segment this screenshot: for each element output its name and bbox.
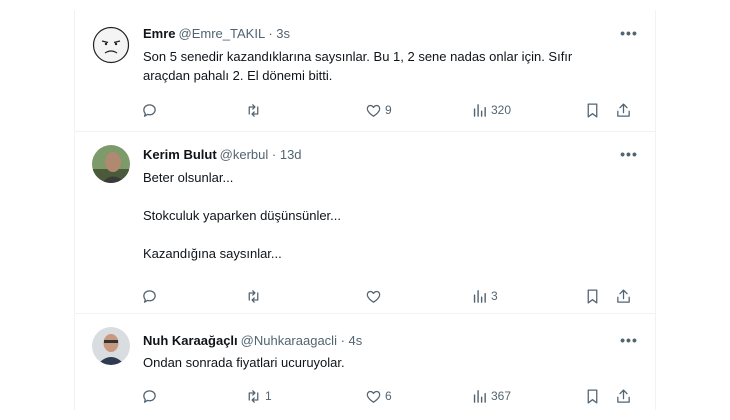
- view-count: 367: [491, 389, 512, 403]
- retweet-button[interactable]: [245, 286, 265, 306]
- like-button[interactable]: [365, 286, 385, 306]
- tweet-line: araçdan pahalı 2. El dönemi bitti.: [143, 68, 333, 83]
- tweet-line: [143, 225, 623, 244]
- view-count: 3: [491, 289, 498, 303]
- tweet-time[interactable]: · 3s: [268, 26, 290, 41]
- avatar-photo-icon: [92, 145, 130, 183]
- like-icon: [366, 104, 381, 117]
- bookmark-button[interactable]: [584, 386, 601, 406]
- bookmark-icon: [587, 388, 598, 404]
- tweet[interactable]: Kerim Bulut @kerbul · 13d ••• Beter olsun…: [75, 131, 655, 314]
- more-options-button[interactable]: •••: [619, 26, 639, 44]
- retweet-button[interactable]: [245, 100, 265, 120]
- views-button[interactable]: 320: [471, 100, 511, 120]
- share-icon: [617, 102, 630, 117]
- share-button[interactable]: [615, 100, 632, 120]
- reply-button[interactable]: [141, 100, 161, 120]
- like-count: 9: [385, 103, 392, 117]
- more-options-button[interactable]: •••: [619, 147, 639, 165]
- like-icon: [366, 390, 381, 403]
- tweet-line: Beter olsunlar...: [143, 170, 234, 185]
- tweet-line: Kazandığına saysınlar...: [143, 246, 282, 261]
- tweet-actions: 1 6 367: [141, 386, 647, 406]
- author-name[interactable]: Kerim Bulut: [143, 147, 217, 162]
- retweet-icon: [248, 289, 259, 303]
- retweet-icon: [248, 103, 259, 117]
- bookmark-icon: [587, 288, 598, 304]
- reply-button[interactable]: [141, 386, 161, 406]
- like-button[interactable]: 6: [365, 386, 392, 406]
- author-handle[interactable]: @Emre_TAKIL: [179, 26, 265, 41]
- bookmark-button[interactable]: [584, 100, 601, 120]
- view-count: 320: [491, 103, 512, 117]
- views-icon: [473, 389, 486, 403]
- avatar-face-icon: [92, 26, 130, 64]
- avatar[interactable]: [92, 26, 130, 64]
- reply-icon: [143, 389, 156, 403]
- like-button[interactable]: 9: [365, 100, 392, 120]
- bookmark-button[interactable]: [584, 286, 601, 306]
- tweet-text: Beter olsunlar... Stokculuk yaparken düş…: [143, 168, 623, 263]
- tweet-line: Stokculuk yaparken düşünsünler...: [143, 208, 342, 223]
- bookmark-icon: [587, 102, 598, 118]
- avatar-photo-icon: [92, 327, 130, 365]
- author-name[interactable]: Nuh Karaağaçlı: [143, 333, 238, 348]
- tweet-line: Ondan sonrada fiyatlari ucuruyolar.: [143, 355, 345, 370]
- views-button[interactable]: 3: [471, 286, 498, 306]
- reply-button[interactable]: [141, 286, 161, 306]
- reply-icon: [143, 289, 156, 303]
- tweet-line: [143, 187, 623, 206]
- tweet-header: Emre @Emre_TAKIL · 3s: [143, 26, 290, 42]
- tweet[interactable]: Emre @Emre_TAKIL · 3s ••• Son 5 senedir k…: [75, 10, 655, 132]
- more-options-button[interactable]: •••: [619, 333, 639, 351]
- views-icon: [473, 103, 486, 117]
- share-button[interactable]: [615, 386, 632, 406]
- tweet-text: Ondan sonrada fiyatlari ucuruyolar.: [143, 353, 623, 372]
- author-handle[interactable]: @Nuhkaraagacli: [241, 333, 337, 348]
- tweet-line: Son 5 senedir kazandıklarına saysınlar. …: [143, 49, 573, 64]
- avatar[interactable]: [92, 145, 130, 183]
- retweet-icon: [248, 389, 259, 403]
- tweet-header: Kerim Bulut @kerbul · 13d: [143, 147, 302, 163]
- share-icon: [617, 288, 630, 303]
- retweet-count: 1: [265, 389, 272, 403]
- author-name[interactable]: Emre: [143, 26, 176, 41]
- like-count: 6: [385, 389, 392, 403]
- tweet-text: Son 5 senedir kazandıklarına saysınlar. …: [143, 47, 623, 85]
- tweet[interactable]: Nuh Karaağaçlı @Nuhkaraagacli · 4s ••• On…: [75, 313, 655, 410]
- tweet-thread: Emre @Emre_TAKIL · 3s ••• Son 5 senedir k…: [74, 10, 656, 410]
- tweet-actions: 9 320: [141, 100, 647, 120]
- retweet-button[interactable]: 1: [245, 386, 272, 406]
- tweet-header: Nuh Karaağaçlı @Nuhkaraagacli · 4s: [143, 333, 362, 349]
- views-button[interactable]: 367: [471, 386, 511, 406]
- tweet-actions: 3: [141, 286, 647, 306]
- tweet-time[interactable]: · 13d: [272, 147, 302, 162]
- tweet-time[interactable]: · 4s: [341, 333, 363, 348]
- share-button[interactable]: [615, 286, 632, 306]
- author-handle[interactable]: @kerbul: [220, 147, 269, 162]
- views-icon: [473, 289, 486, 303]
- reply-icon: [143, 103, 156, 117]
- share-icon: [617, 388, 630, 403]
- avatar[interactable]: [92, 327, 130, 365]
- like-icon: [366, 290, 381, 303]
